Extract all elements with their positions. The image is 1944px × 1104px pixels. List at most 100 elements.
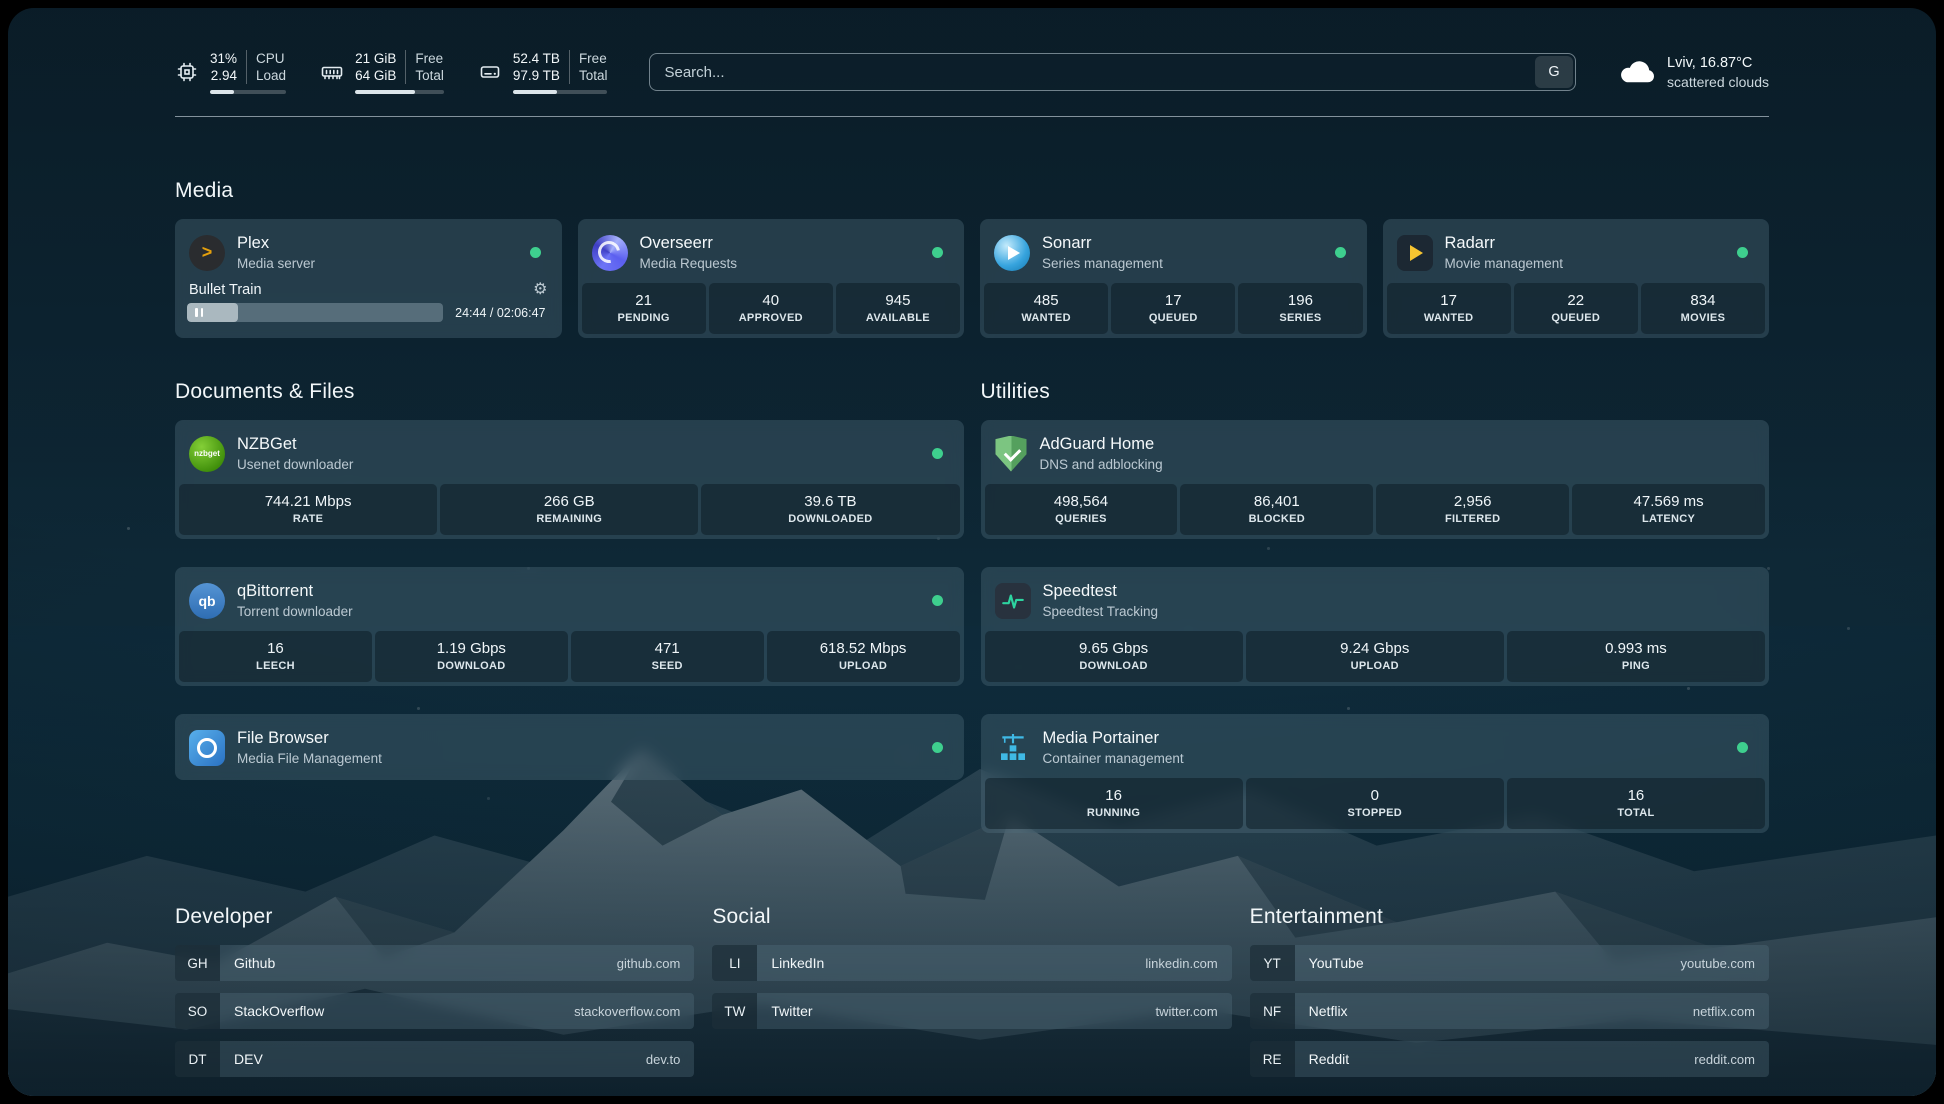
stat-download: 1.19 Gbps DOWNLOAD	[375, 631, 568, 682]
stat-value: 2,956	[1380, 492, 1565, 511]
bookmark-abbr: LI	[712, 945, 757, 981]
service-subtitle: Series management	[1042, 255, 1163, 272]
disk-total-value: 97.9 TB	[513, 67, 560, 84]
stat-upload: 9.24 Gbps UPLOAD	[1246, 631, 1504, 682]
nzbget-link[interactable]: nzbget NZBGet Usenet downloader	[179, 424, 960, 482]
stat-wanted: 17 WANTED	[1387, 283, 1511, 334]
stat-value: 0	[1250, 786, 1500, 805]
section-media: Media > Plex Media server Bullet Train ⚙	[175, 179, 1769, 338]
service-subtitle: Container management	[1043, 750, 1184, 767]
stat-label: STOPPED	[1250, 807, 1500, 820]
weather-condition: scattered clouds	[1667, 73, 1769, 91]
bookmark-dev[interactable]: DT DEV dev.to	[175, 1041, 694, 1077]
radarr-link[interactable]: Radarr Movie management	[1387, 223, 1766, 281]
memory-icon	[320, 60, 344, 84]
plex-icon: >	[189, 235, 225, 271]
stat-value: 16	[183, 639, 368, 658]
service-subtitle: Speedtest Tracking	[1043, 603, 1159, 620]
stat-label: TOTAL	[1511, 807, 1761, 820]
stat-value: 40	[713, 291, 829, 310]
cpu-load-value: 2.94	[211, 67, 237, 84]
stat-value: 485	[988, 291, 1104, 310]
cpu-widget: 31% 2.94 CPU Load	[175, 50, 286, 94]
bookmark-abbr: NF	[1250, 993, 1295, 1029]
bookmark-abbr: GH	[175, 945, 220, 981]
playback-progress-bar[interactable]	[187, 303, 443, 322]
stat-blocked: 86,401 BLOCKED	[1180, 484, 1373, 535]
sonarr-icon	[994, 235, 1030, 271]
bookmark-abbr: SO	[175, 993, 220, 1029]
service-title: NZBGet	[237, 434, 353, 455]
portainer-icon	[995, 730, 1031, 766]
now-playing-title: Bullet Train	[189, 282, 262, 298]
stat-label: DOWNLOADED	[705, 513, 955, 526]
bookmark-netflix[interactable]: NF Netflix netflix.com	[1250, 993, 1769, 1029]
status-dot	[530, 247, 541, 258]
filebrowser-link[interactable]: File Browser Media File Management	[179, 718, 960, 776]
qbittorrent-icon: qb	[189, 583, 225, 619]
service-card-nzbget: nzbget NZBGet Usenet downloader 744.21 M…	[175, 420, 964, 539]
stat-value: 16	[1511, 786, 1761, 805]
cpu-usage-label: CPU	[256, 50, 285, 67]
bookmark-stackoverflow[interactable]: SO StackOverflow stackoverflow.com	[175, 993, 694, 1029]
bookmark-url: youtube.com	[1681, 945, 1769, 981]
service-title: Overseerr	[640, 233, 738, 254]
bookmark-url: netflix.com	[1693, 993, 1769, 1029]
stat-label: FILTERED	[1380, 513, 1565, 526]
status-dot	[1737, 742, 1748, 753]
stat-value: 945	[840, 291, 956, 310]
stat-label: PING	[1511, 660, 1761, 673]
gear-icon[interactable]: ⚙	[533, 282, 547, 298]
stat-queries: 498,564 QUERIES	[985, 484, 1178, 535]
memory-free-label: Free	[415, 50, 443, 67]
service-card-speedtest: Speedtest Speedtest Tracking 9.65 Gbps D…	[981, 567, 1770, 686]
service-title: File Browser	[237, 728, 382, 749]
bookmark-group-developer: Developer GH Github github.com SO StackO…	[175, 905, 694, 1077]
stat-label: DOWNLOAD	[379, 660, 564, 673]
adguard-link[interactable]: AdGuard Home DNS and adblocking	[985, 424, 1766, 482]
stat-value: 9.24 Gbps	[1250, 639, 1500, 658]
bookmark-group-social: Social LI LinkedIn linkedin.com TW Twitt…	[712, 905, 1231, 1077]
service-subtitle: Media server	[237, 255, 315, 272]
bookmark-name: Reddit	[1295, 1041, 1695, 1077]
search-provider-button[interactable]: G	[1535, 56, 1573, 88]
stat-value: 0.993 ms	[1511, 639, 1761, 658]
section-title-documents: Documents & Files	[175, 380, 964, 404]
stat-label: MOVIES	[1645, 312, 1761, 325]
pause-icon[interactable]	[195, 308, 203, 317]
qbittorrent-link[interactable]: qb qBittorrent Torrent downloader	[179, 571, 960, 629]
bookmark-youtube[interactable]: YT YouTube youtube.com	[1250, 945, 1769, 981]
speedtest-link[interactable]: Speedtest Speedtest Tracking	[985, 571, 1766, 629]
stat-label: WANTED	[1391, 312, 1507, 325]
filebrowser-icon	[189, 730, 225, 766]
service-title: AdGuard Home	[1040, 434, 1163, 455]
bookmark-name: Twitter	[757, 993, 1155, 1029]
overseerr-icon	[592, 235, 628, 271]
weather-location-temp: Lviv, 16.87°C	[1667, 54, 1769, 73]
sonarr-link[interactable]: Sonarr Series management	[984, 223, 1363, 281]
cpu-progress-bar	[210, 90, 286, 94]
plex-link[interactable]: > Plex Media server	[179, 223, 558, 281]
stat-pending: 21 PENDING	[582, 283, 706, 334]
stat-value: 498,564	[989, 492, 1174, 511]
disk-free-value: 52.4 TB	[513, 50, 560, 67]
overseerr-link[interactable]: Overseerr Media Requests	[582, 223, 961, 281]
search-input[interactable]	[649, 53, 1576, 91]
stat-seed: 471 SEED	[571, 631, 764, 682]
service-card-plex: > Plex Media server Bullet Train ⚙	[175, 219, 562, 338]
bookmark-twitter[interactable]: TW Twitter twitter.com	[712, 993, 1231, 1029]
playback-time: 24:44 / 02:06:47	[455, 306, 549, 320]
stat-upload: 618.52 Mbps UPLOAD	[767, 631, 960, 682]
service-title: Media Portainer	[1043, 728, 1184, 749]
bookmark-reddit[interactable]: RE Reddit reddit.com	[1250, 1041, 1769, 1077]
bookmark-linkedin[interactable]: LI LinkedIn linkedin.com	[712, 945, 1231, 981]
bookmark-github[interactable]: GH Github github.com	[175, 945, 694, 981]
portainer-link[interactable]: Media Portainer Container management	[985, 718, 1766, 776]
stat-queued: 17 QUEUED	[1111, 283, 1235, 334]
service-title: Plex	[237, 233, 315, 254]
memory-total-value: 64 GiB	[355, 67, 396, 84]
stat-label: LEECH	[183, 660, 368, 673]
dashboard-window: 31% 2.94 CPU Load	[8, 8, 1936, 1096]
stat-leech: 16 LEECH	[179, 631, 372, 682]
service-subtitle: Media File Management	[237, 750, 382, 767]
